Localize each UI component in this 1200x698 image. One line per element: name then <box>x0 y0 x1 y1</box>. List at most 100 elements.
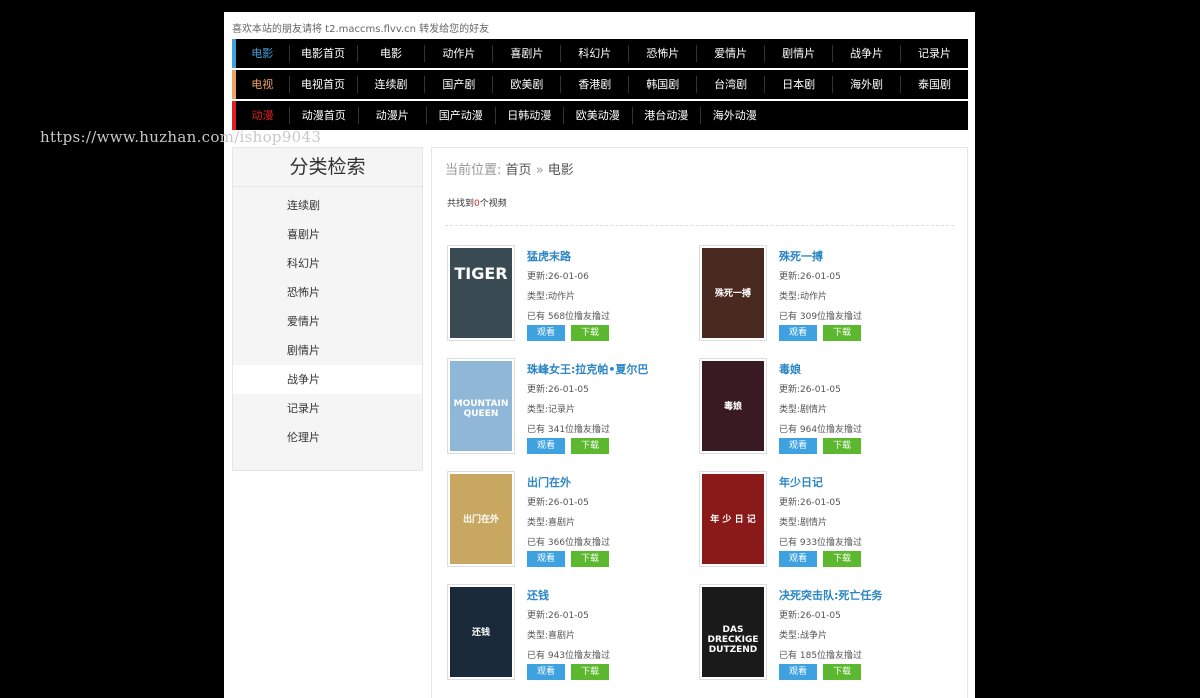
download-button[interactable]: 下载 <box>571 325 609 341</box>
movie-title-link[interactable]: 猛虎末路 <box>527 248 571 264</box>
nav-category[interactable]: 电视 <box>236 76 290 93</box>
nav-category[interactable]: 动漫 <box>236 107 290 124</box>
nav-item[interactable]: 动漫片 <box>359 107 427 124</box>
nav-item[interactable]: 国产剧 <box>425 76 494 93</box>
watch-button[interactable]: 观看 <box>779 438 817 454</box>
movie-viewers: 已有 964位撸友撸过 <box>779 425 863 435</box>
movie-viewers: 已有 185位撸友撸过 <box>779 651 863 661</box>
movie-genre: 类型:战争片 <box>779 631 828 641</box>
watch-button[interactable]: 观看 <box>527 438 565 454</box>
nav-item[interactable]: 喜剧片 <box>493 45 562 62</box>
movie-title-link[interactable]: 年少日记 <box>779 474 823 490</box>
download-button[interactable]: 下载 <box>571 551 609 567</box>
result-count: 共找到0个视频 <box>447 196 507 209</box>
download-button[interactable]: 下载 <box>823 325 861 341</box>
nav-item[interactable]: 日本剧 <box>765 76 834 93</box>
movie-card: MOUNTAIN QUEEN 珠峰女王:拉克帕•夏尔巴 更新:26-01-05 类型:… <box>447 358 687 458</box>
poster-image: MOUNTAIN QUEEN <box>450 361 512 451</box>
movie-title-link[interactable]: 珠峰女王:拉克帕•夏尔巴 <box>527 361 648 377</box>
download-button[interactable]: 下载 <box>823 438 861 454</box>
poster-image: DAS DRECKIGE DUTZEND <box>702 587 764 677</box>
poster-text: DAS DRECKIGE DUTZEND <box>707 625 759 655</box>
watch-button[interactable]: 观看 <box>779 551 817 567</box>
breadcrumb-home-link[interactable]: 首页 <box>506 163 532 178</box>
poster-text: 殊死一搏 <box>714 289 751 299</box>
download-button[interactable]: 下载 <box>823 664 861 680</box>
movie-updated: 更新:26-01-05 <box>527 611 589 621</box>
poster-text: 还钱 <box>471 628 490 638</box>
movie-title-link[interactable]: 决死突击队:死亡任务 <box>779 587 882 603</box>
nav-item[interactable]: 海外剧 <box>833 76 901 93</box>
nav-item[interactable]: 国产动漫 <box>427 107 496 124</box>
sidebar-item[interactable]: 喜剧片 <box>233 220 422 249</box>
nav-item[interactable]: 电影 <box>358 45 426 62</box>
sidebar-item[interactable]: 连续剧 <box>233 191 422 220</box>
watch-button[interactable]: 观看 <box>527 664 565 680</box>
nav-item[interactable]: 电视首页 <box>290 76 358 93</box>
nav-item[interactable]: 剧情片 <box>765 45 834 62</box>
divider <box>445 225 954 226</box>
nav-item[interactable]: 海外动漫 <box>701 107 769 124</box>
nav-item[interactable]: 恐怖片 <box>629 45 698 62</box>
nav-item[interactable]: 香港剧 <box>561 76 630 93</box>
movie-poster[interactable]: 还钱 <box>447 584 515 680</box>
movie-title-link[interactable]: 出门在外 <box>527 474 571 490</box>
nav-item[interactable]: 港台动漫 <box>633 107 701 124</box>
poster-image: 年 少 日 记 <box>702 474 764 564</box>
movie-poster[interactable]: 年 少 日 记 <box>699 471 767 567</box>
sidebar-item-active[interactable]: 战争片 <box>233 365 422 394</box>
nav-item[interactable]: 台湾剧 <box>697 76 766 93</box>
movie-updated: 更新:26-01-05 <box>779 498 841 508</box>
nav-item[interactable]: 连续剧 <box>358 76 426 93</box>
download-button[interactable]: 下载 <box>823 551 861 567</box>
sidebar-item[interactable]: 剧情片 <box>233 336 422 365</box>
movie-genre: 类型:动作片 <box>527 292 576 302</box>
movie-title-link[interactable]: 还钱 <box>527 587 549 603</box>
nav-item[interactable]: 韩国剧 <box>629 76 698 93</box>
nav-row-anime: 动漫 动漫首页 动漫片 国产动漫 日韩动漫 欧美动漫 港台动漫 海外动漫 <box>232 101 968 130</box>
movie-poster[interactable]: 殊死一搏 <box>699 245 767 341</box>
movie-genre: 类型:剧情片 <box>779 518 828 528</box>
nav-item[interactable]: 科幻片 <box>561 45 630 62</box>
poster-text: MOUNTAIN QUEEN <box>453 399 509 419</box>
nav-item[interactable]: 爱情片 <box>697 45 766 62</box>
watch-button[interactable]: 观看 <box>779 664 817 680</box>
nav-item[interactable]: 动作片 <box>425 45 494 62</box>
movie-poster[interactable]: DAS DRECKIGE DUTZEND <box>699 584 767 680</box>
nav-item[interactable]: 欧美剧 <box>493 76 562 93</box>
sidebar-item[interactable]: 记录片 <box>233 394 422 423</box>
nav-item[interactable]: 电影首页 <box>290 45 358 62</box>
nav-item[interactable]: 泰国剧 <box>901 76 968 93</box>
watch-button[interactable]: 观看 <box>527 551 565 567</box>
watermark-text: https://www.huzhan.com/ishop9043 <box>40 128 322 146</box>
nav-item[interactable]: 欧美动漫 <box>564 107 633 124</box>
download-button[interactable]: 下载 <box>571 438 609 454</box>
sidebar-item[interactable]: 科幻片 <box>233 249 422 278</box>
sidebar-item[interactable]: 恐怖片 <box>233 278 422 307</box>
category-sidebar: 分类检索 连续剧 喜剧片 科幻片 恐怖片 爱情片 剧情片 战争片 记录片 伦理片 <box>232 147 423 471</box>
movie-poster[interactable]: 出门在外 <box>447 471 515 567</box>
movie-poster[interactable]: TIGER <box>447 245 515 341</box>
poster-text: TIGER <box>454 264 508 283</box>
download-button[interactable]: 下载 <box>571 664 609 680</box>
nav-item[interactable]: 动漫首页 <box>290 107 359 124</box>
movie-card: 还钱 还钱 更新:26-01-05 类型:喜剧片 已有 943位撸友撸过 观看 下载 <box>447 584 687 684</box>
nav-item[interactable]: 记录片 <box>901 45 968 62</box>
nav-item[interactable]: 日韩动漫 <box>496 107 564 124</box>
movie-genre: 类型:剧情片 <box>779 405 828 415</box>
movie-poster[interactable]: 毒娘 <box>699 358 767 454</box>
movie-card: DAS DRECKIGE DUTZEND 决死突击队:死亡任务 更新:26-01-0… <box>699 584 939 684</box>
watch-button[interactable]: 观看 <box>527 325 565 341</box>
movie-poster[interactable]: MOUNTAIN QUEEN <box>447 358 515 454</box>
watch-button[interactable]: 观看 <box>779 325 817 341</box>
sidebar-item[interactable]: 爱情片 <box>233 307 422 336</box>
sidebar-item[interactable]: 伦理片 <box>233 423 422 452</box>
movie-title-link[interactable]: 殊死一搏 <box>779 248 823 264</box>
movie-viewers: 已有 309位撸友撸过 <box>779 312 863 322</box>
nav-category[interactable]: 电影 <box>236 45 290 62</box>
poster-image: 殊死一搏 <box>702 248 764 338</box>
movie-title-link[interactable]: 毒娘 <box>779 361 801 377</box>
nav-item[interactable]: 战争片 <box>833 45 901 62</box>
breadcrumb-prefix: 当前位置: <box>445 163 502 178</box>
movie-viewers: 已有 366位撸友撸过 <box>527 538 611 548</box>
